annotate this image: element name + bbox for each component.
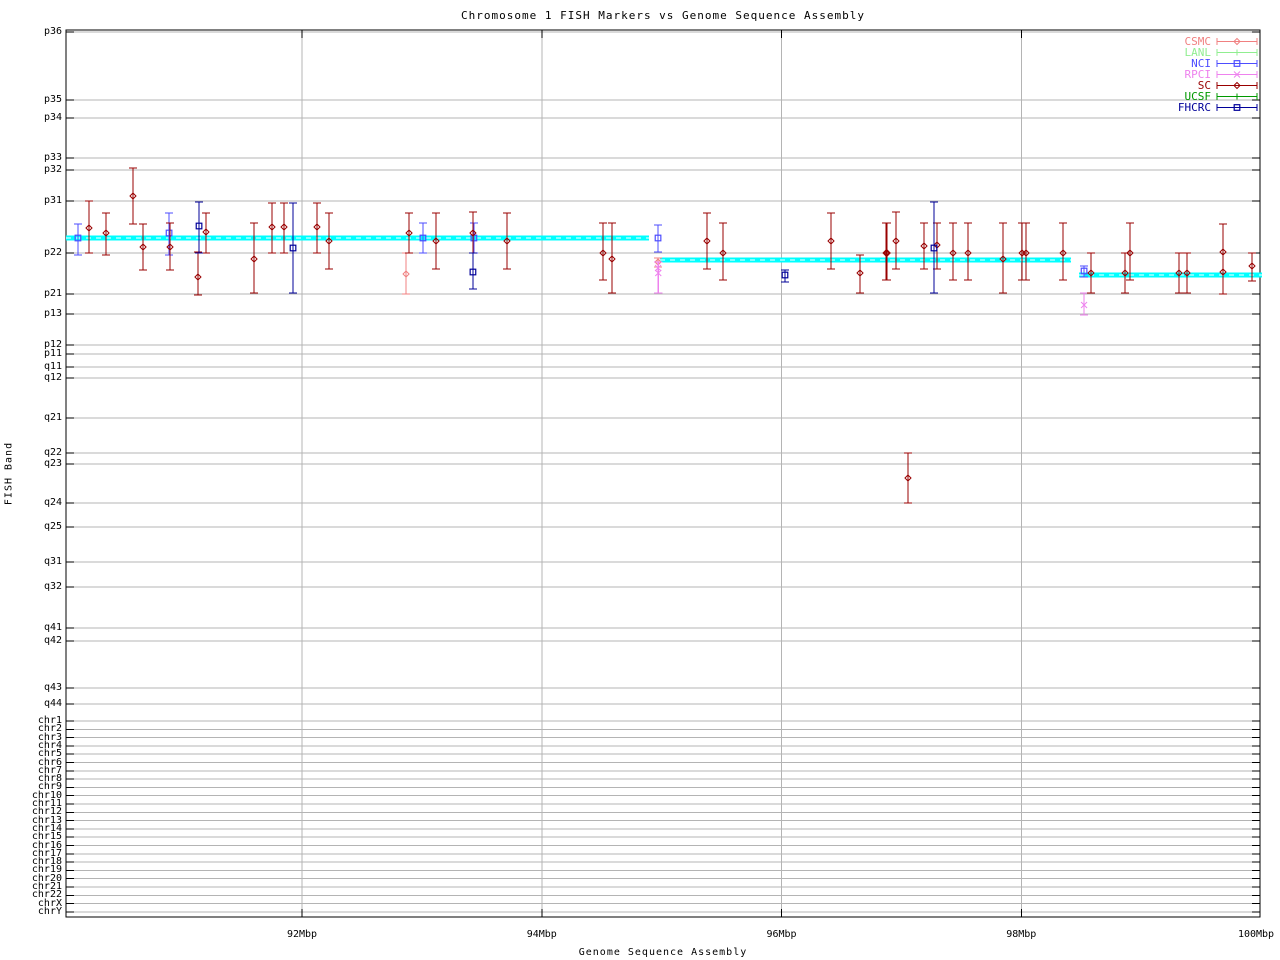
series-CSMC bbox=[402, 253, 662, 294]
y-tick-label-q44: q44 bbox=[44, 700, 62, 708]
legend-swatch-CSMC-icon bbox=[1216, 36, 1258, 47]
y-tick-label-p32: p32 bbox=[44, 166, 62, 174]
y-tick-label-q21: q21 bbox=[44, 414, 62, 422]
y-tick-label-q43: q43 bbox=[44, 684, 62, 692]
series-FHCRC bbox=[195, 202, 938, 293]
x-tick-label-98Mbp: 98Mbp bbox=[1006, 929, 1036, 940]
x-tick-label-96Mbp: 96Mbp bbox=[766, 929, 796, 940]
y-tick-label-q24: q24 bbox=[44, 499, 62, 507]
legend: CSMCLANLNCIRPCISCUCSFFHCRC bbox=[1178, 36, 1258, 113]
y-tick-label-q12: q12 bbox=[44, 374, 62, 382]
legend-swatch-RPCI-icon bbox=[1216, 69, 1258, 80]
legend-swatch-LANL-icon bbox=[1216, 47, 1258, 58]
y-tick-label-p11: p11 bbox=[44, 350, 62, 358]
y-tick-label-p13: p13 bbox=[44, 310, 62, 318]
legend-row-RPCI: RPCI bbox=[1178, 69, 1258, 80]
legend-swatch-SC-icon bbox=[1216, 80, 1258, 91]
plot-frame bbox=[66, 30, 1260, 917]
plot-canvas bbox=[0, 0, 1280, 960]
y-tick-label-p33: p33 bbox=[44, 154, 62, 162]
y-tick-label-q23: q23 bbox=[44, 460, 62, 468]
y-tick-label-chrY: chrY bbox=[38, 908, 62, 916]
fish-marker-chart: Chromosome 1 FISH Markers vs Genome Sequ… bbox=[0, 0, 1280, 960]
y-tick-label-p22: p22 bbox=[44, 249, 62, 257]
y-tick-label-q22: q22 bbox=[44, 449, 62, 457]
legend-row-FHCRC: FHCRC bbox=[1178, 102, 1258, 113]
y-tick-label-p31: p31 bbox=[44, 197, 62, 205]
x-tick-label-100Mbp: 100Mbp bbox=[1238, 929, 1274, 940]
y-tick-label-p36: p36 bbox=[44, 28, 62, 36]
y-tick-label-q31: q31 bbox=[44, 558, 62, 566]
y-tick-label-q25: q25 bbox=[44, 523, 62, 531]
legend-swatch-FHCRC-icon bbox=[1216, 102, 1258, 113]
legend-row-LANL: LANL bbox=[1178, 47, 1258, 58]
x-axis-title: Genome Sequence Assembly bbox=[66, 947, 1260, 958]
y-tick-label-p34: p34 bbox=[44, 114, 62, 122]
y-tick-label-q42: q42 bbox=[44, 637, 62, 645]
y-tick-label-q41: q41 bbox=[44, 624, 62, 632]
series-RPCI bbox=[654, 262, 1088, 315]
legend-label-FHCRC: FHCRC bbox=[1178, 102, 1211, 113]
y-tick-label-p21: p21 bbox=[44, 290, 62, 298]
y-tick-label-p35: p35 bbox=[44, 96, 62, 104]
x-tick-label-92Mbp: 92Mbp bbox=[287, 929, 317, 940]
x-tick-label-94Mbp: 94Mbp bbox=[527, 929, 557, 940]
y-tick-label-q32: q32 bbox=[44, 583, 62, 591]
legend-swatch-NCI-icon bbox=[1216, 58, 1258, 69]
y-tick-label-q11: q11 bbox=[44, 363, 62, 371]
legend-swatch-UCSF-icon bbox=[1216, 91, 1258, 102]
